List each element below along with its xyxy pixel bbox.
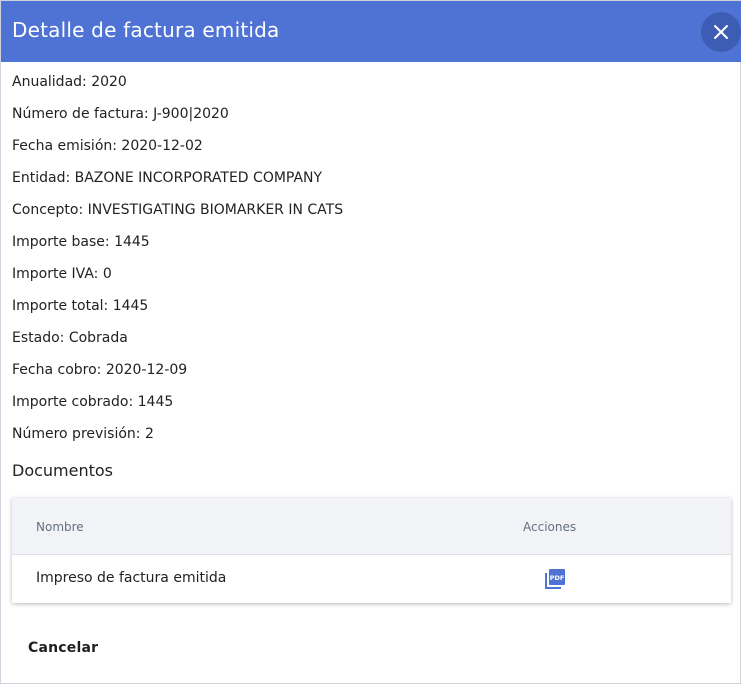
table-row: Impreso de factura emitida PDF xyxy=(12,555,731,603)
field-numero-factura: Número de factura: J-900|2020 xyxy=(12,106,229,122)
field-concepto: Concepto: INVESTIGATING BIOMARKER IN CAT… xyxy=(12,202,344,218)
field-importe-base: Importe base: 1445 xyxy=(12,234,150,250)
field-numero-prevision: Número previsión: 2 xyxy=(12,426,154,442)
dialog-title: Detalle de factura emitida xyxy=(12,18,280,42)
field-importe-iva: Importe IVA: 0 xyxy=(12,266,112,282)
document-name: Impreso de factura emitida xyxy=(36,570,227,586)
field-importe-cobrado: Importe cobrado: 1445 xyxy=(12,394,174,410)
close-icon xyxy=(714,25,728,39)
cancel-button[interactable]: Cancelar xyxy=(28,640,98,656)
column-header-acciones: Acciones xyxy=(523,520,577,534)
field-anualidad: Anualidad: 2020 xyxy=(12,74,127,90)
field-importe-total: Importe total: 1445 xyxy=(12,298,149,314)
field-fecha-emision: Fecha emisión: 2020-12-02 xyxy=(12,138,203,154)
dialog-header: Detalle de factura emitida xyxy=(1,1,741,62)
field-fecha-cobro: Fecha cobro: 2020-12-09 xyxy=(12,362,188,378)
close-button[interactable] xyxy=(701,12,741,52)
invoice-detail-dialog: Detalle de factura emitida Anualidad: 20… xyxy=(0,0,741,684)
field-entidad: Entidad: BAZONE INCORPORATED COMPANY xyxy=(12,170,323,186)
invoice-fields: Anualidad: 2020 Número de factura: J-900… xyxy=(12,73,343,457)
download-pdf-button[interactable]: PDF xyxy=(545,569,565,589)
pdf-icon: PDF xyxy=(545,569,565,589)
svg-text:PDF: PDF xyxy=(550,574,565,582)
table-header: Nombre Acciones xyxy=(12,498,731,555)
documents-section-title: Documentos xyxy=(12,461,114,480)
field-estado: Estado: Cobrada xyxy=(12,330,128,346)
column-header-nombre: Nombre xyxy=(36,520,84,534)
documents-table: Nombre Acciones Impreso de factura emiti… xyxy=(12,498,731,603)
